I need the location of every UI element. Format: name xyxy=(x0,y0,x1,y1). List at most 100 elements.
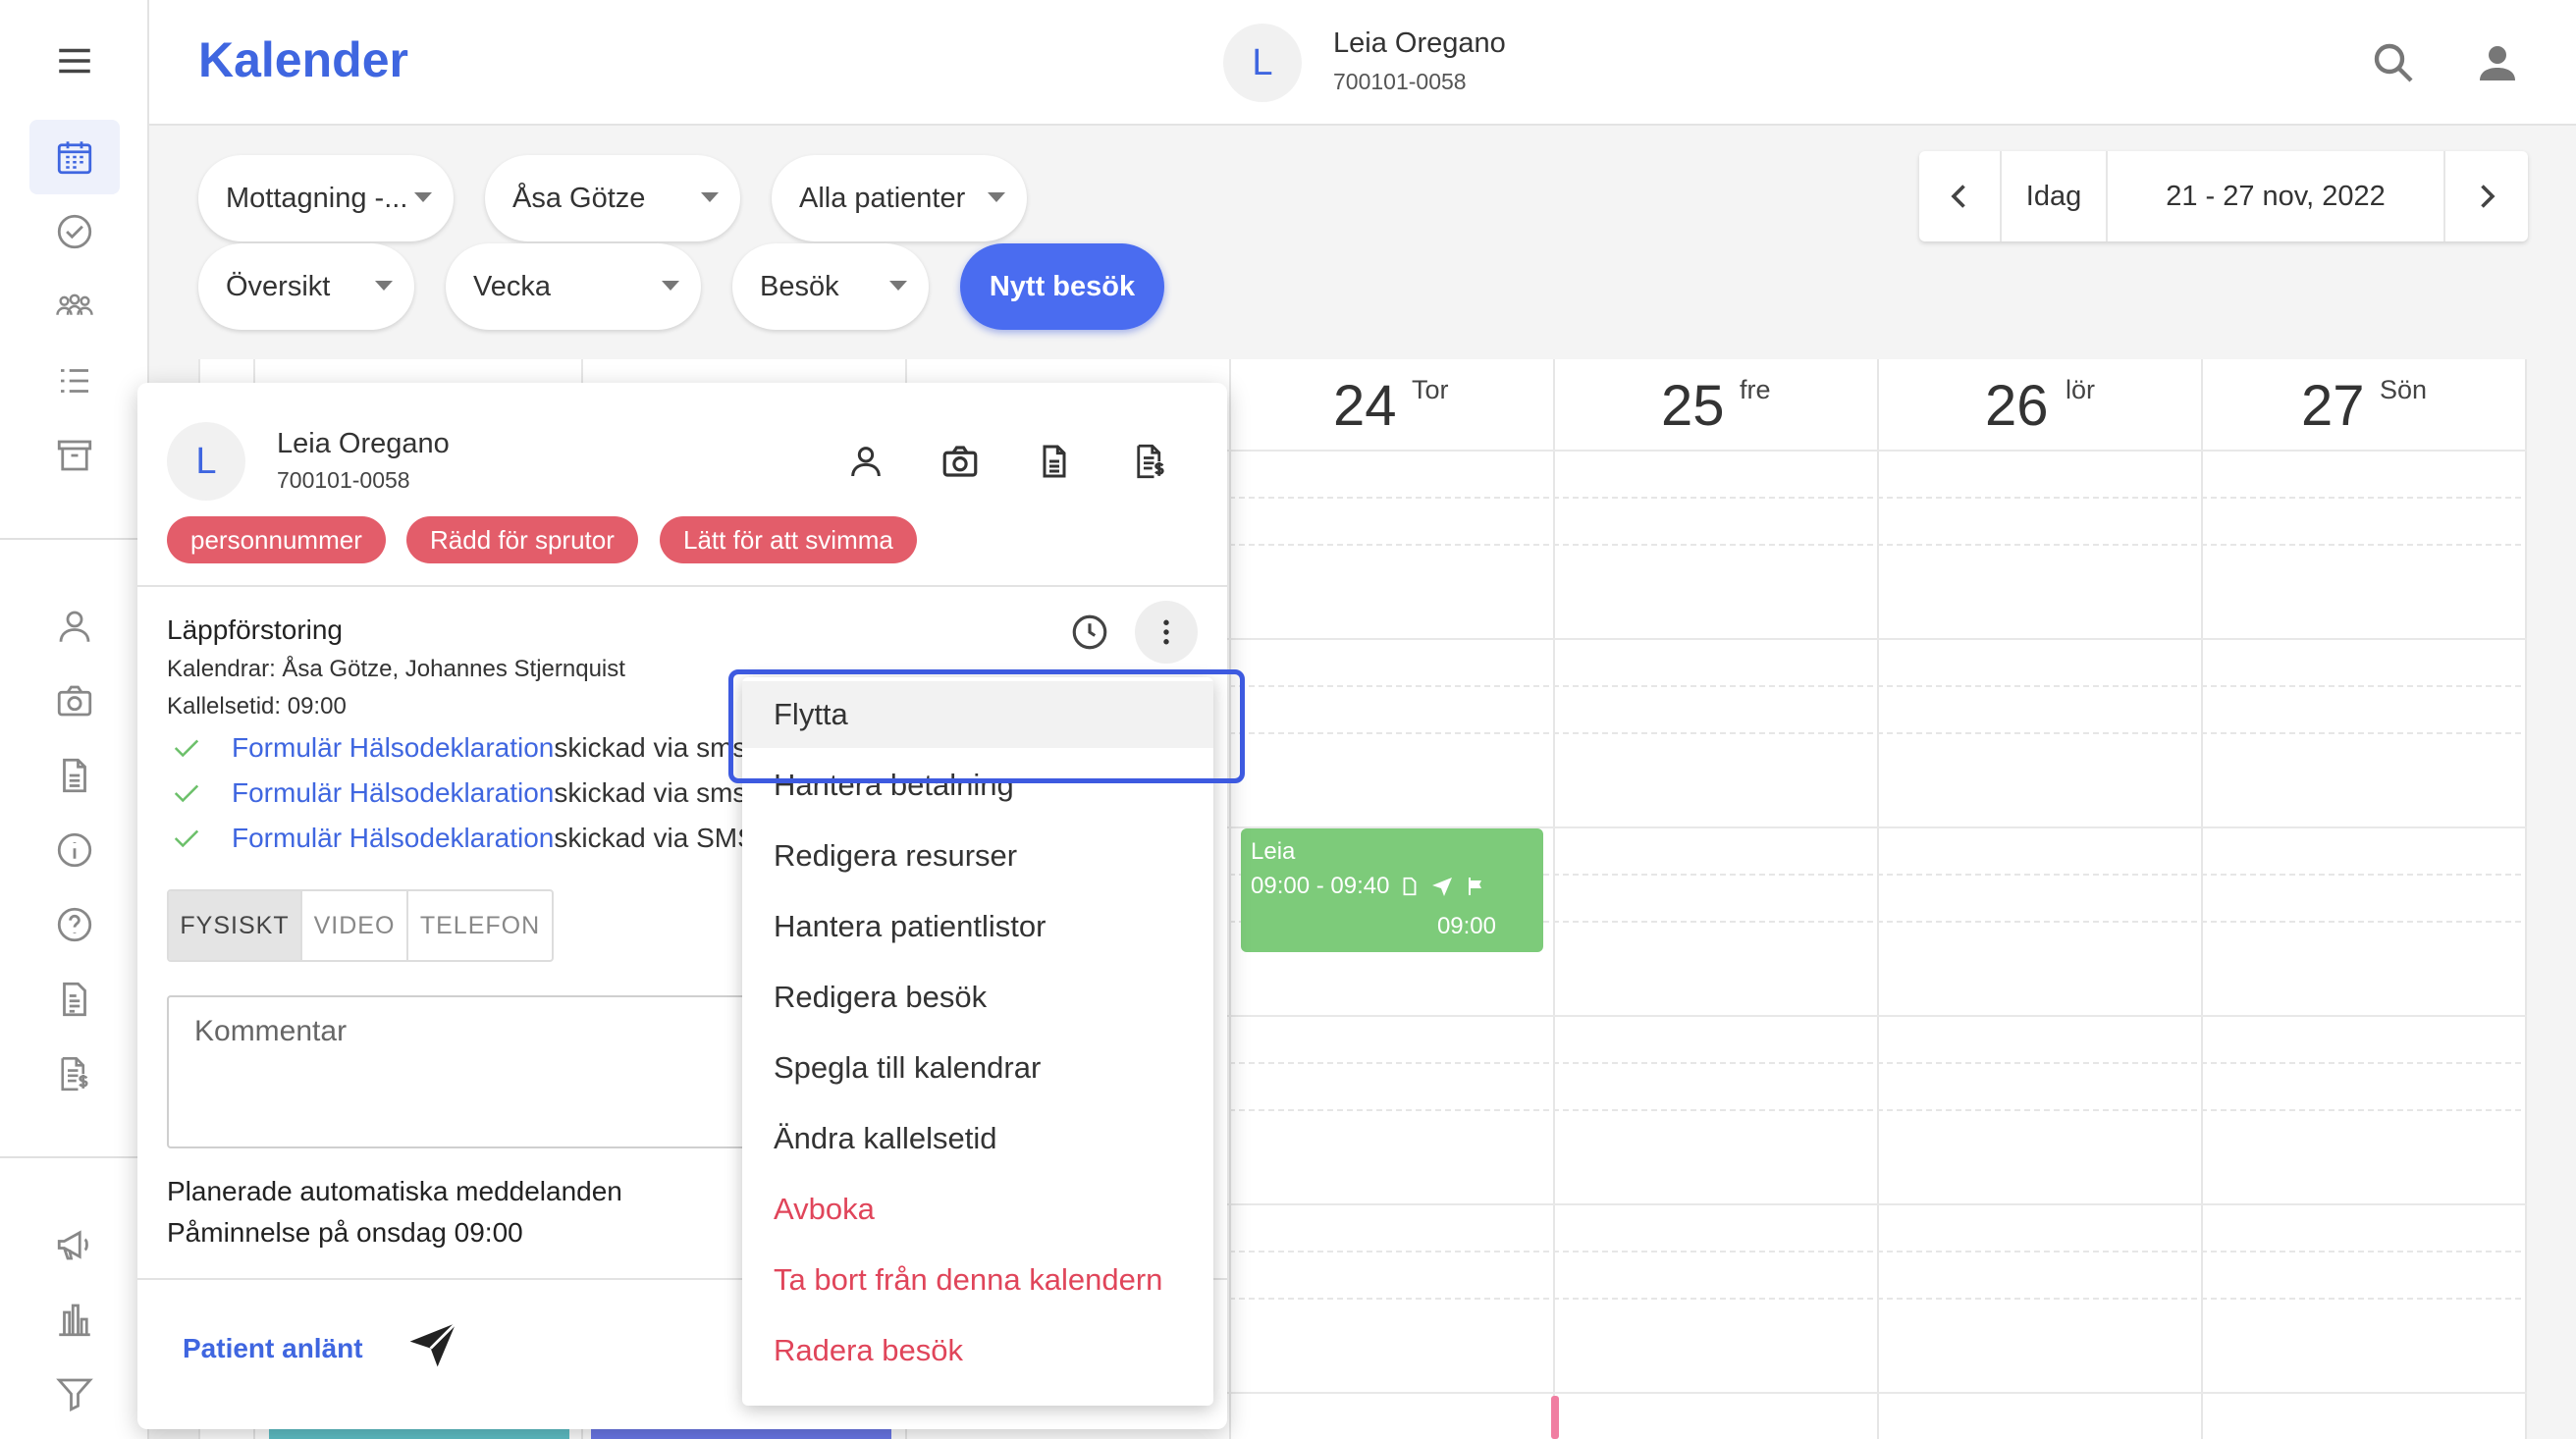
date-range[interactable]: 21 - 27 nov, 2022 xyxy=(2108,151,2445,241)
patient-name: Leia Oregano xyxy=(277,428,450,459)
patient-arrived-button[interactable]: Patient anlänt xyxy=(183,1333,363,1364)
today-button[interactable]: Idag xyxy=(2002,151,2108,241)
sidebar-divider xyxy=(0,538,149,540)
archive-icon[interactable] xyxy=(29,418,120,493)
calendar-icon[interactable] xyxy=(29,120,120,194)
mode-phone[interactable]: TELEFON xyxy=(408,891,552,960)
form-status: Formulär Hälsodeklaration skickad via SMS xyxy=(167,823,771,854)
chevron-down-icon xyxy=(414,192,432,202)
menu-item-delete-visit[interactable]: Radera besök xyxy=(742,1317,1213,1384)
search-icon[interactable] xyxy=(2364,33,2423,92)
person-icon[interactable] xyxy=(838,434,893,489)
send-icon xyxy=(1432,878,1453,896)
chevron-down-icon xyxy=(889,281,907,291)
camera-icon[interactable] xyxy=(933,434,988,489)
filter-icon[interactable] xyxy=(29,1357,120,1431)
menu-item-edit-resources[interactable]: Redigera resurser xyxy=(742,823,1213,889)
page-title: Kalender xyxy=(198,32,408,87)
day-header-sun[interactable]: 27 Sön xyxy=(2201,359,2525,450)
calendar-event[interactable]: Leia 09:00 - 09:40 09:00 xyxy=(1241,828,1543,952)
mode-video[interactable]: VIDEO xyxy=(302,891,408,960)
form-status-text: skickad via sms xyxy=(554,732,747,763)
day-header-thu[interactable]: 24 Tor xyxy=(1229,359,1553,450)
visit-calendars: Kalendrar: Åsa Götze, Johannes Stjernqui… xyxy=(167,656,625,682)
type-select[interactable]: Besök xyxy=(732,243,929,330)
check-icon xyxy=(174,739,199,758)
invoice-icon[interactable] xyxy=(1123,434,1178,489)
person-icon[interactable] xyxy=(29,589,120,664)
menu-item-edit-visit[interactable]: Redigera besök xyxy=(742,964,1213,1031)
day-header-sat[interactable]: 26 lör xyxy=(1877,359,2201,450)
practitioner-select-value: Åsa Götze xyxy=(512,182,646,214)
calendar-event[interactable] xyxy=(269,1429,569,1439)
check-icon xyxy=(174,829,199,848)
menu-item-remove-from-calendar[interactable]: Ta bort från denna kalendern xyxy=(742,1247,1213,1313)
day-header-fri[interactable]: 25 fre xyxy=(1553,359,1877,450)
reminder-text: Påminnelse på onsdag 09:00 xyxy=(167,1217,523,1248)
next-week-button[interactable] xyxy=(2445,151,2528,241)
form-link[interactable]: Formulär Hälsodeklaration xyxy=(232,732,554,764)
event-time: 09:00 - 09:40 xyxy=(1251,873,1390,899)
report-icon[interactable] xyxy=(29,962,120,1037)
new-visit-button[interactable]: Nytt besök xyxy=(960,243,1164,330)
patients-select-value: Alla patienter xyxy=(799,182,966,214)
event-title: Leia xyxy=(1251,838,1296,865)
patient-tag: Rädd för sprutor xyxy=(406,516,638,563)
list-icon[interactable] xyxy=(29,344,120,418)
form-link[interactable]: Formulär Hälsodeklaration xyxy=(232,823,554,854)
calendar-event[interactable] xyxy=(591,1429,891,1439)
avatar[interactable]: L xyxy=(167,422,245,501)
period-select[interactable]: Vecka xyxy=(446,243,701,330)
top-bar: Kalender L Leia Oregano 700101-0058 xyxy=(149,0,2576,126)
view-select-value: Översikt xyxy=(226,270,331,302)
clinic-select[interactable]: Mottagning -... xyxy=(198,155,454,241)
day-number: 26 xyxy=(1985,374,2049,438)
form-status: Formulär Hälsodeklaration skickad via sm… xyxy=(167,777,771,809)
menu-icon[interactable] xyxy=(29,24,120,98)
clinic-select-value: Mottagning -... xyxy=(226,182,408,214)
document-icon[interactable] xyxy=(1027,434,1082,489)
camera-icon[interactable] xyxy=(29,664,120,738)
clock-icon[interactable] xyxy=(1064,607,1115,658)
patient-name: Leia Oregano xyxy=(1333,27,1506,59)
mode-physical[interactable]: FYSISKT xyxy=(169,891,302,960)
menu-item-cancel[interactable]: Avboka xyxy=(742,1176,1213,1243)
menu-item-mirror[interactable]: Spegla till kalendrar xyxy=(742,1035,1213,1101)
info-icon[interactable] xyxy=(29,813,120,887)
megaphone-icon[interactable] xyxy=(29,1207,120,1282)
sidebar xyxy=(0,0,149,1439)
form-status: Formulär Hälsodeklaration skickad via sm… xyxy=(167,732,771,764)
time-marker xyxy=(1551,1396,1559,1439)
day-name: Sön xyxy=(2380,375,2428,404)
form-status-text: skickad via sms xyxy=(554,777,747,808)
account-icon[interactable] xyxy=(2468,33,2527,92)
send-icon[interactable] xyxy=(401,1311,465,1376)
practitioner-select[interactable]: Åsa Götze xyxy=(485,155,740,241)
prev-week-button[interactable] xyxy=(1919,151,2002,241)
menu-item-change-call-time[interactable]: Ändra kallelsetid xyxy=(742,1105,1213,1172)
invoice-icon[interactable] xyxy=(29,1037,120,1111)
patient-tag: Lätt för att svimma xyxy=(660,516,917,563)
document-icon[interactable] xyxy=(29,738,120,813)
day-number: 27 xyxy=(2301,374,2365,438)
event-call-time: 09:00 xyxy=(1436,913,1496,939)
menu-item-patient-lists[interactable]: Hantera patientlistor xyxy=(742,893,1213,960)
help-icon[interactable] xyxy=(29,887,120,962)
day-name: lör xyxy=(2066,375,2096,404)
patients-select[interactable]: Alla patienter xyxy=(772,155,1027,241)
form-link[interactable]: Formulär Hälsodeklaration xyxy=(232,777,554,809)
avatar[interactable]: L xyxy=(1223,24,1302,102)
day-name: fre xyxy=(1740,375,1771,404)
chevron-right-icon xyxy=(2481,185,2496,208)
patient-tag: personnummer xyxy=(167,516,386,563)
flag-icon xyxy=(1469,878,1482,895)
day-number: 25 xyxy=(1661,374,1725,438)
form-status-text: skickad via SMS xyxy=(554,823,756,853)
chevron-down-icon xyxy=(375,281,393,291)
more-options-button[interactable] xyxy=(1135,601,1198,664)
check-circle-icon[interactable] xyxy=(29,194,120,269)
group-icon[interactable] xyxy=(29,269,120,344)
view-select[interactable]: Översikt xyxy=(198,243,414,330)
visit-call-time: Kallelsetid: 09:00 xyxy=(167,693,347,720)
bar-chart-icon[interactable] xyxy=(29,1282,120,1357)
